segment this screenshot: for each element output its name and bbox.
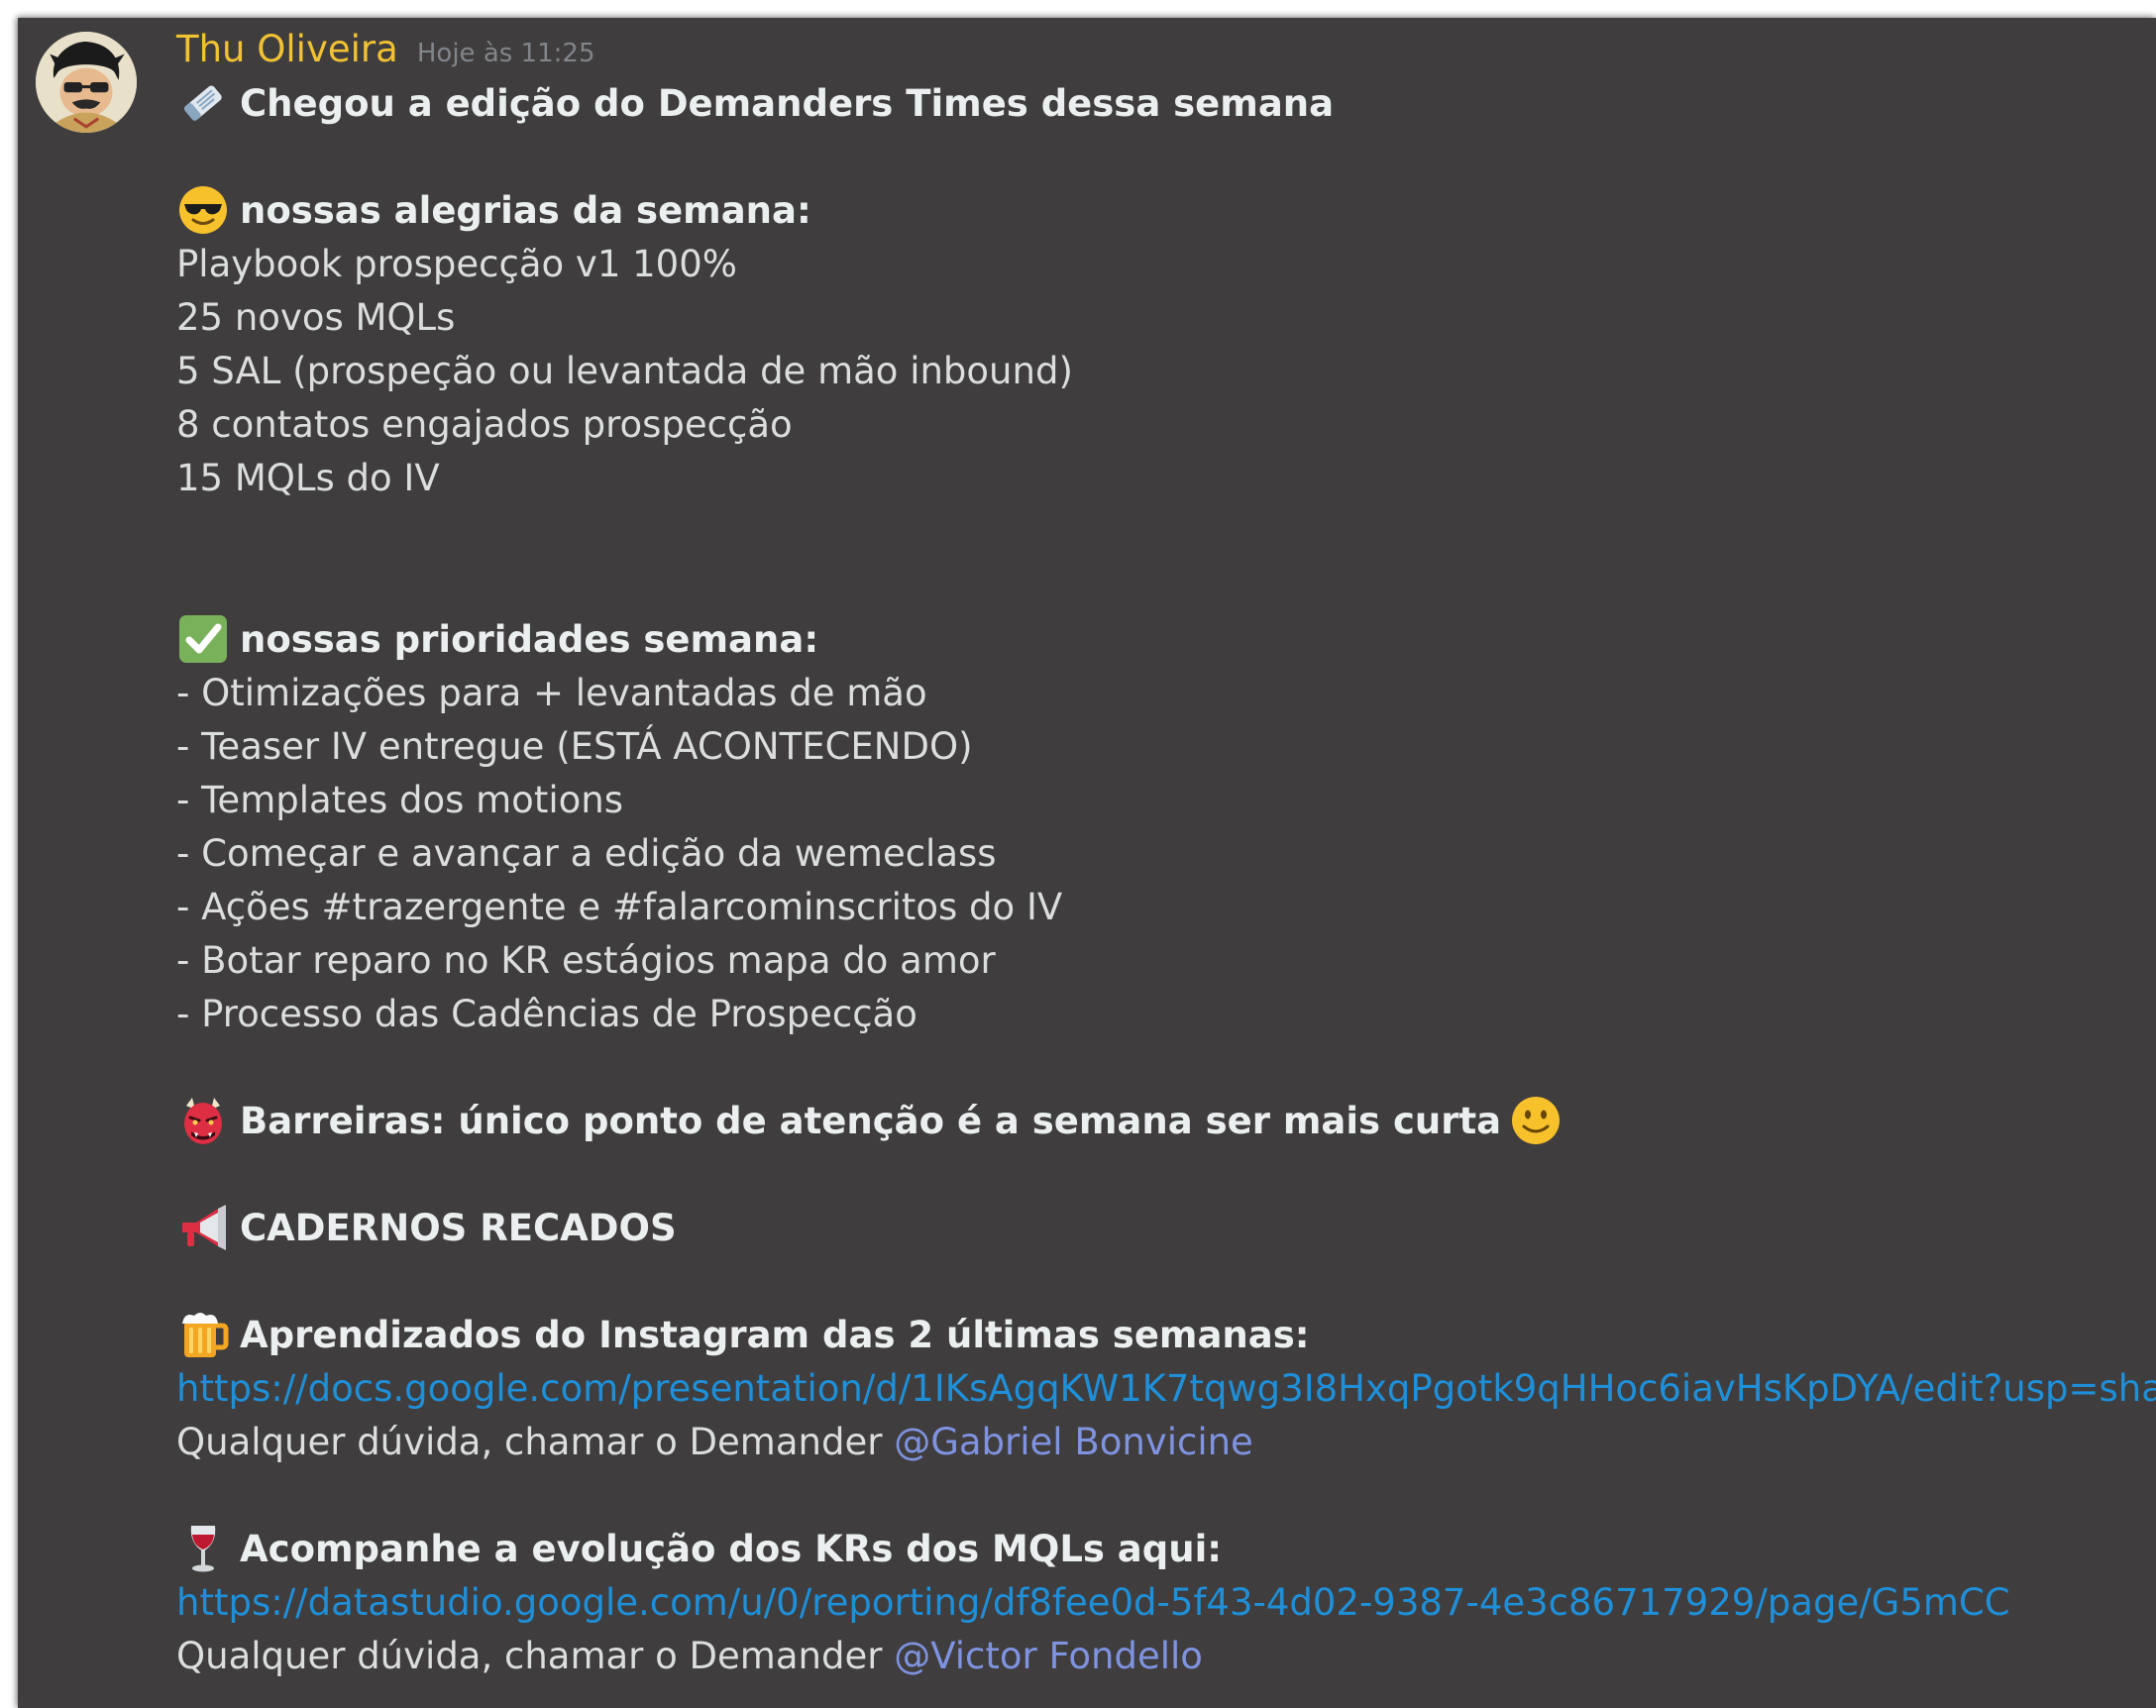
priorities-title: nossas prioridades semana: (240, 618, 819, 661)
barriers-text: Barreiras: único ponto de atenção é a se… (240, 1100, 1502, 1142)
instagram-link-line: https://docs.google.com/presentation/d/1… (176, 1362, 2156, 1416)
krs-datastudio-link[interactable]: https://datastudio.google.com/u/0/report… (176, 1581, 2010, 1624)
list-item: Playbook prospecção v1 100% (176, 243, 737, 285)
message-timestamp: Hoje às 11:25 (416, 39, 595, 68)
avatar[interactable] (36, 32, 137, 133)
slightly-smiling-face-icon (1509, 1094, 1563, 1147)
author-name[interactable]: Thu Oliveira (176, 28, 398, 70)
instagram-title: Aprendizados do Instagram das 2 últimas … (240, 1314, 1310, 1356)
list-item: - Botar reparo no KR estágios mapa do am… (176, 939, 996, 982)
krs-title-line: Acompanhe a evolução dos KRs dos MQLs aq… (176, 1523, 1222, 1576)
sunglasses-emoji-icon (176, 183, 230, 237)
mention-gabriel[interactable]: @Gabriel Bonvicine (894, 1421, 1253, 1463)
newspaper-icon (176, 76, 230, 130)
headline-line: Chegou a edição do Demanders Times dessa… (176, 77, 1334, 131)
krs-link-line: https://datastudio.google.com/u/0/report… (176, 1576, 2010, 1630)
notes-title-line: CADERNOS RECADOS (176, 1202, 677, 1255)
instagram-presentation-link[interactable]: https://docs.google.com/presentation/d/1… (176, 1367, 2156, 1410)
barriers-line: Barreiras: único ponto de atenção é a se… (176, 1095, 1563, 1148)
contact-text: Qualquer dúvida, chamar o Demander (176, 1421, 883, 1463)
list-item: 25 novos MQLs (176, 296, 456, 339)
list-item: - Teaser IV entregue (ESTÁ ACONTECENDO) (176, 725, 973, 768)
priorities-title-line: nossas prioridades semana: (176, 613, 818, 667)
ogre-mask-icon (176, 1094, 230, 1147)
list-item: - Processo das Cadências de Prospecção (176, 993, 917, 1035)
list-item: - Ações #trazergente e #falarcominscrito… (176, 886, 1063, 928)
list-item: - Começar e avançar a edição da wemeclas… (176, 832, 997, 875)
wine-glass-icon (176, 1522, 230, 1575)
instagram-title-line: Aprendizados do Instagram das 2 últimas … (176, 1309, 1310, 1362)
joys-title: nossas alegrias da semana: (240, 189, 811, 232)
joys-title-line: nossas alegrias da semana: (176, 184, 811, 238)
list-item: 15 MQLs do IV (176, 457, 440, 499)
krs-title: Acompanhe a evolução dos KRs dos MQLs aq… (240, 1528, 1223, 1570)
notes-title: CADERNOS RECADOS (240, 1207, 677, 1249)
beer-mug-icon (176, 1308, 230, 1361)
megaphone-icon (176, 1201, 230, 1254)
mention-victor[interactable]: @Victor Fondello (894, 1635, 1203, 1677)
contact-text: Qualquer dúvida, chamar o Demander (176, 1635, 883, 1677)
list-item: - Templates dos motions (176, 779, 623, 821)
instagram-contact-line: Qualquer dúvida, chamar o Demander @Gabr… (176, 1416, 1253, 1469)
message-panel: Thu Oliveira Hoje às 11:25 Chegou a ediç… (18, 18, 2156, 1708)
list-item: - Otimizações para + levantadas de mão (176, 672, 927, 714)
message-header: Thu Oliveira Hoje às 11:25 (176, 28, 595, 81)
check-mark-icon (176, 612, 230, 666)
krs-contact-line: Qualquer dúvida, chamar o Demander @Vict… (176, 1630, 1203, 1683)
list-item: 5 SAL (prospeção ou levantada de mão inb… (176, 350, 1073, 392)
headline-text: Chegou a edição do Demanders Times dessa… (240, 82, 1335, 125)
list-item: 8 contatos engajados prospecção (176, 403, 793, 446)
